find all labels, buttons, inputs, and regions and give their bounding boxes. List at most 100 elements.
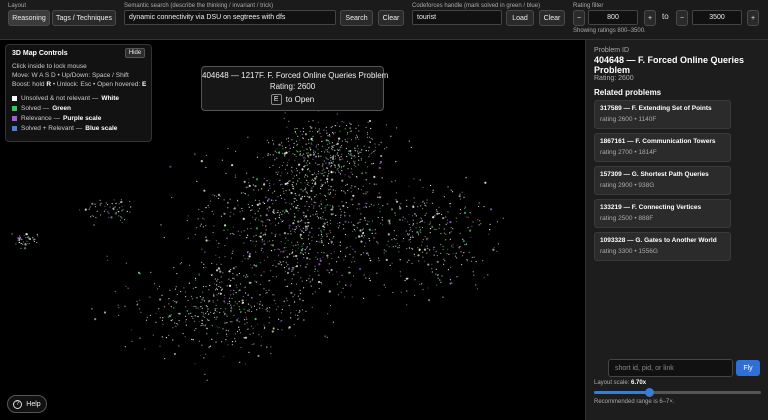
fly-button[interactable]: Fly <box>736 360 760 376</box>
related-problem-card[interactable]: 133219 — F. Connecting Vertices rating 2… <box>594 199 731 228</box>
map-point <box>200 306 202 308</box>
map-point <box>375 146 377 148</box>
map-point <box>292 296 294 298</box>
map-point <box>196 180 198 182</box>
slider-thumb[interactable] <box>645 388 655 397</box>
map-point <box>312 158 314 161</box>
semantic-search-input[interactable]: dynamic connectivity via DSU on segtrees… <box>124 10 336 25</box>
map-point <box>311 199 313 201</box>
map-point <box>359 236 361 238</box>
map-point <box>272 143 275 145</box>
map-point <box>469 229 472 232</box>
map-point <box>110 216 113 219</box>
map-point <box>446 219 448 221</box>
map-point <box>307 238 310 240</box>
map-point <box>263 259 265 261</box>
map-point <box>248 310 250 312</box>
map-point <box>359 151 361 153</box>
map-point <box>125 285 127 287</box>
map-point <box>423 221 426 223</box>
map-point <box>286 164 288 166</box>
load-button[interactable]: Load <box>506 10 534 26</box>
rating-max-decrement-button[interactable]: − <box>676 10 688 26</box>
map-point <box>400 275 402 277</box>
clear-search-button[interactable]: Clear <box>378 10 404 26</box>
map-point <box>155 321 157 323</box>
related-problem-card[interactable]: 157309 — G. Shortest Path Queries rating… <box>594 166 731 195</box>
map-point <box>408 247 411 249</box>
map-point <box>406 304 408 306</box>
hide-controls-button[interactable]: Hide <box>125 48 145 58</box>
map-point <box>365 277 367 279</box>
map-point <box>436 255 438 257</box>
rating-min-decrement-button[interactable]: − <box>573 10 585 26</box>
rating-min-increment-button[interactable]: + <box>644 10 656 26</box>
map-point <box>346 133 348 135</box>
map-point <box>252 184 254 186</box>
map-point <box>294 301 296 303</box>
map-point <box>314 172 316 174</box>
map-point <box>339 250 342 252</box>
reasoning-button[interactable]: Reasoning <box>8 10 50 26</box>
map-point <box>395 199 397 201</box>
related-problem-card[interactable]: 317589 — F. Extending Set of Points rati… <box>594 100 731 129</box>
map-point <box>113 208 115 210</box>
map-point <box>487 274 489 276</box>
map-point <box>299 153 301 155</box>
map-point <box>315 162 317 164</box>
map-point <box>283 247 285 249</box>
map-point <box>103 210 106 212</box>
map-point <box>358 138 360 140</box>
map-point <box>252 216 254 218</box>
fly-to-input[interactable]: short id, pid, or link <box>608 359 733 377</box>
map-point <box>405 277 408 280</box>
handle-input[interactable]: tourist <box>412 10 502 25</box>
map-point <box>369 183 371 185</box>
map-point <box>362 228 364 230</box>
map-point <box>353 275 355 277</box>
map-point <box>197 316 199 318</box>
map-point <box>311 279 313 281</box>
map-point <box>309 215 312 217</box>
map-point <box>269 187 271 189</box>
map-point <box>226 314 228 316</box>
map-point <box>243 319 246 321</box>
map-point <box>255 227 259 230</box>
map-point <box>307 226 309 228</box>
tags-techniques-button[interactable]: Tags / Techniques <box>52 10 116 26</box>
map-point <box>213 225 215 227</box>
slider-fill <box>594 391 650 394</box>
clear-handle-button[interactable]: Clear <box>539 10 565 26</box>
map-point <box>294 228 296 231</box>
map-point <box>472 271 474 273</box>
map-point <box>489 223 491 225</box>
rating-max-increment-button[interactable]: + <box>747 10 759 26</box>
map-point <box>250 306 253 308</box>
map-point <box>267 200 269 202</box>
map-point <box>285 147 287 149</box>
map-point <box>287 184 289 187</box>
map-point <box>275 308 278 310</box>
map-point <box>331 142 333 144</box>
map-point <box>329 142 331 144</box>
map-point <box>435 268 437 270</box>
map-point <box>293 219 295 221</box>
help-button[interactable]: ? Help <box>7 395 47 413</box>
map-point <box>216 280 218 282</box>
rating-max-input[interactable]: 3500 <box>692 10 742 25</box>
map-point <box>20 247 22 249</box>
map-point <box>232 232 234 234</box>
map-point <box>255 240 257 242</box>
e-key-icon: E <box>270 94 282 105</box>
related-problem-card[interactable]: 1867161 — F. Communication Towers rating… <box>594 133 731 162</box>
search-button[interactable]: Search <box>340 10 373 26</box>
map-point <box>119 207 121 209</box>
rating-min-input[interactable]: 800 <box>588 10 638 25</box>
map-point <box>363 145 365 147</box>
layout-scale-slider[interactable] <box>594 388 761 397</box>
map-point <box>350 130 352 132</box>
related-problem-card[interactable]: 1093328 — G. Gates to Another World rati… <box>594 232 731 261</box>
map-point <box>206 319 209 321</box>
map-point <box>320 238 322 240</box>
map-point <box>217 299 219 301</box>
